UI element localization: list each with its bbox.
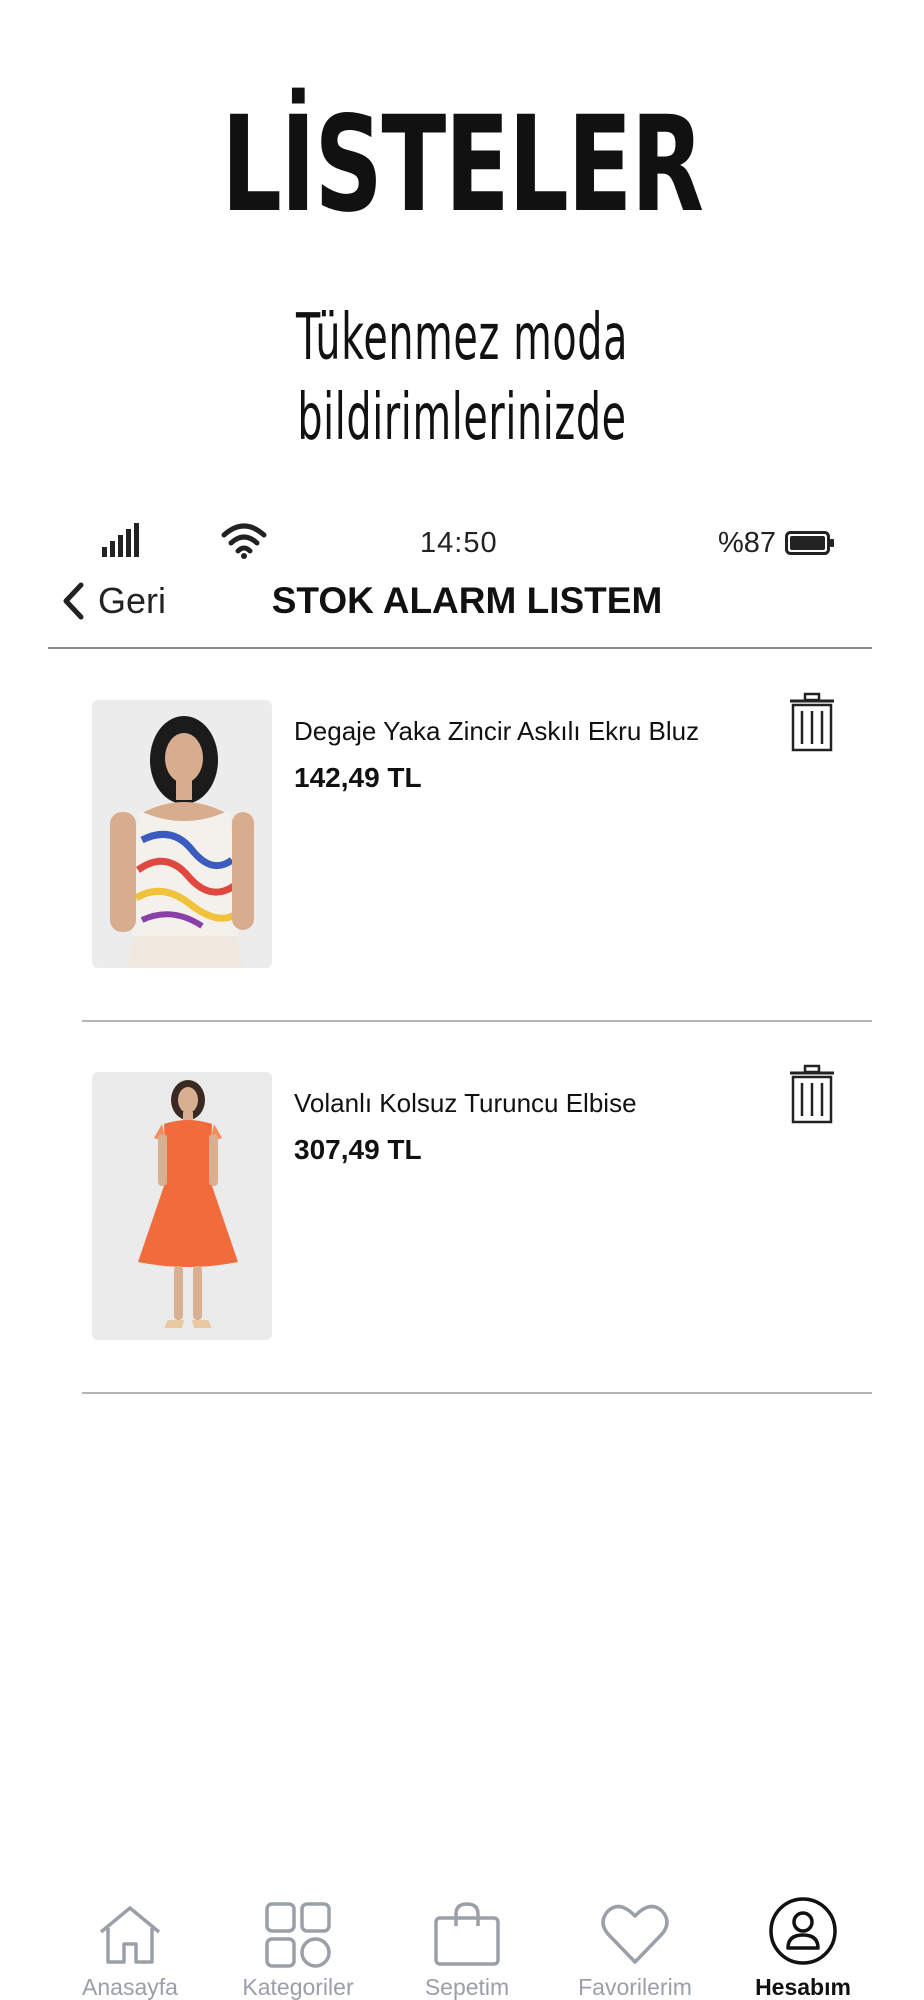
product-image[interactable] [92,700,272,968]
tab-label: Anasayfa [82,1974,178,2000]
tab-label: Favorilerim [578,1974,692,2000]
product-name[interactable]: Degaje Yaka Zincir Askılı Ekru Bluz [294,716,699,747]
promo-subtitle: Tükenmez moda bildirimlerinizde [295,301,629,455]
tab-bar: Anasayfa Kategoriler Sepetim Favorilerim… [0,1890,924,2000]
product-price: 142,49 TL [294,762,422,793]
grid-icon [265,1902,331,1968]
tab-sepetim[interactable]: Sepetim [382,1890,552,2000]
tab-label: Sepetim [424,1974,510,2000]
product-photo-dress [92,1072,272,1340]
tab-hesabim[interactable]: Hesabım [718,1890,888,2000]
heart-icon [601,1904,669,1964]
header-divider [48,647,872,649]
home-icon [99,1906,161,1964]
page-title: STOK ALARM LISTEM [271,580,663,621]
product-photo-blouse [92,700,272,968]
tab-favorilerim[interactable]: Favorilerim [550,1890,720,2000]
status-bar: 14:50 %87 [0,515,924,575]
product-image[interactable] [92,1072,272,1340]
product-name[interactable]: Volanlı Kolsuz Turuncu Elbise [294,1088,637,1119]
wifi-icon [221,523,267,559]
battery-percentage: %87 [718,527,777,559]
trash-icon[interactable] [788,692,836,752]
item-divider [82,1392,872,1394]
status-time: 14:50 [420,527,498,559]
shopping-bag-icon [434,1902,500,1966]
tab-kategoriler[interactable]: Kategoriler [213,1890,383,2000]
user-icon [769,1897,837,1965]
tab-label: Hesabım [755,1974,851,2000]
tab-label: Kategoriler [242,1974,354,2000]
battery-icon [785,531,834,555]
tab-anasayfa[interactable]: Anasayfa [45,1890,215,2000]
product-price: 307,49 TL [294,1134,422,1165]
list-item[interactable]: Volanlı Kolsuz Turuncu Elbise 307,49 TL [82,1022,872,1394]
list-item[interactable]: Degaje Yaka Zincir Askılı Ekru Bluz 142,… [82,650,872,1022]
nav-header: Geri STOK ALARM LISTEM [0,570,924,630]
signal-icon [102,523,139,557]
trash-icon[interactable] [788,1064,836,1124]
promo-title: LİSTELER [221,88,704,242]
